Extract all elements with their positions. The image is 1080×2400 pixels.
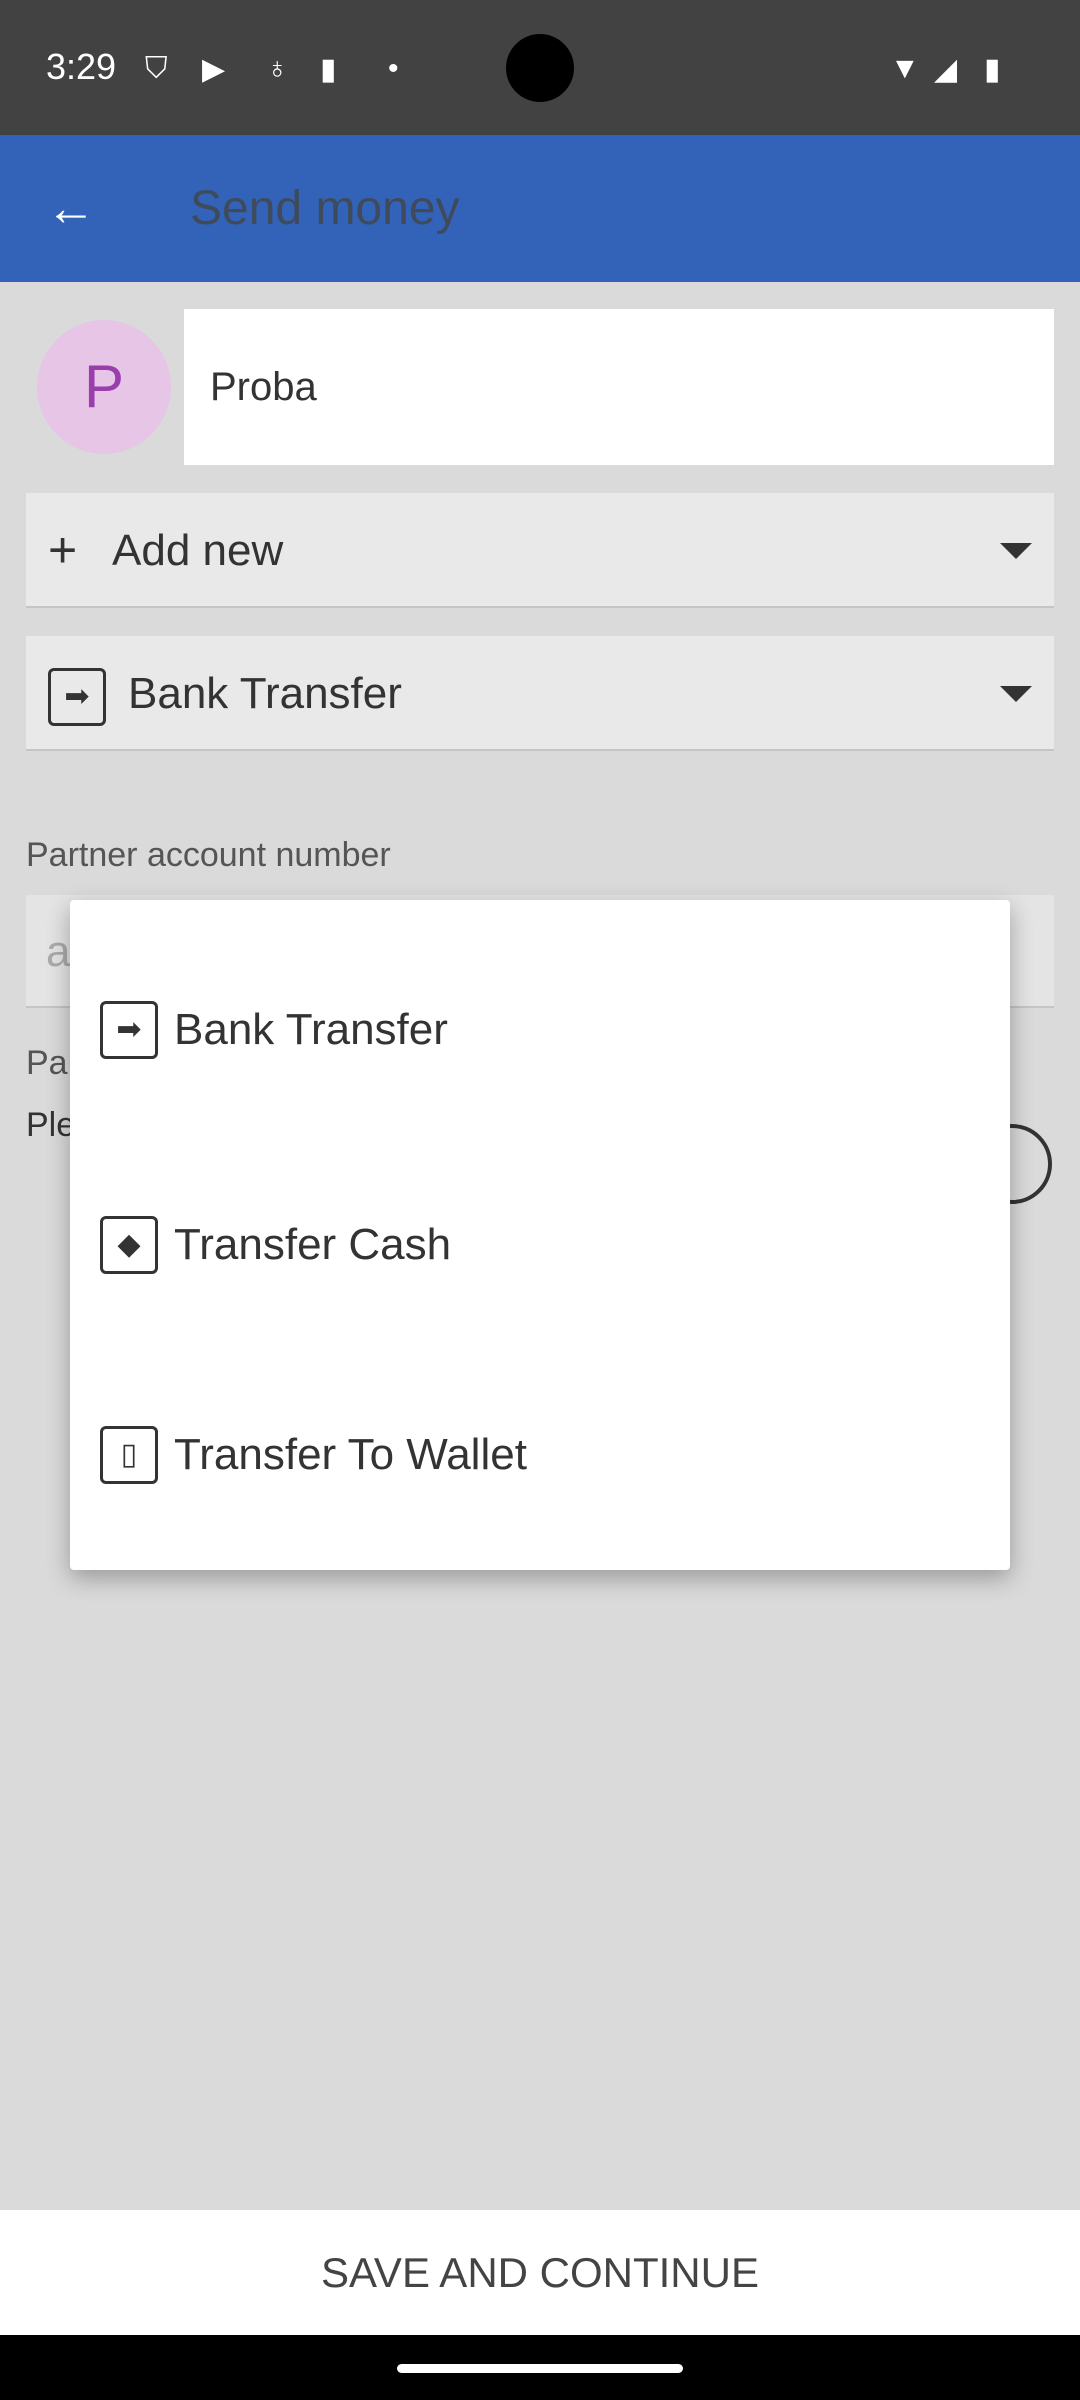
menu-item-label: Transfer To Wallet (174, 1430, 527, 1479)
navigation-bar (0, 2335, 1080, 2400)
battery-icon: ▮ (984, 53, 1001, 86)
page-title: Send money (190, 182, 460, 235)
play-protect-icon: ▶ (202, 53, 226, 86)
plus-icon: + (48, 522, 78, 578)
phone-icon: ▯ (100, 1426, 158, 1484)
menu-item-transfer-cash[interactable]: ◆ Transfer Cash (70, 1140, 1010, 1350)
status-bar: 3:29 ⛉ ▶ ♁ ▮ • ▼ ◢ ▮ (0, 0, 1080, 135)
app-bar: ← Send money (0, 135, 1080, 282)
account-select-value: Add new (112, 526, 284, 575)
menu-item-label: Bank Transfer (174, 1005, 448, 1054)
chevron-down-icon (1000, 543, 1032, 559)
payment-method-menu: ➡ Bank Transfer ◆ Transfer Cash ▯ Transf… (70, 900, 1010, 1570)
arrow-box-icon: ➡ (100, 1001, 158, 1059)
partial-label: Pa (26, 1044, 68, 1082)
wifi-icon: ▼ (890, 52, 920, 85)
save-and-continue-button[interactable]: SAVE AND CONTINUE (0, 2210, 1080, 2335)
home-handle[interactable] (397, 2364, 683, 2373)
partner-account-label: Partner account number (26, 836, 391, 874)
menu-item-bank-transfer[interactable]: ➡ Bank Transfer (70, 900, 1010, 1140)
method-select[interactable]: ➡ Bank Transfer (26, 636, 1054, 751)
clock: 3:29 (46, 46, 117, 87)
recipient-name-field[interactable]: Proba (184, 309, 1054, 465)
menu-item-transfer-to-wallet[interactable]: ▯ Transfer To Wallet (70, 1350, 1010, 1560)
accessibility-icon: ♁ (266, 52, 289, 85)
cash-icon: ◆ (100, 1216, 158, 1274)
method-select-value: Bank Transfer (128, 669, 402, 718)
avatar: P (37, 320, 171, 454)
dot-icon: • (388, 52, 399, 85)
account-select[interactable]: + Add new (26, 493, 1054, 608)
signal-icon: ◢ (934, 53, 958, 86)
arrow-left-icon[interactable]: ← (46, 179, 96, 237)
partial-text: Ple (26, 1106, 76, 1144)
sd-card-icon: ▮ (320, 53, 337, 86)
menu-item-label: Transfer Cash (174, 1220, 452, 1269)
shield-icon: ⛉ (145, 52, 168, 85)
arrow-box-icon: ➡ (48, 636, 106, 751)
camera-cutout (506, 34, 574, 102)
chevron-down-icon (1000, 686, 1032, 702)
